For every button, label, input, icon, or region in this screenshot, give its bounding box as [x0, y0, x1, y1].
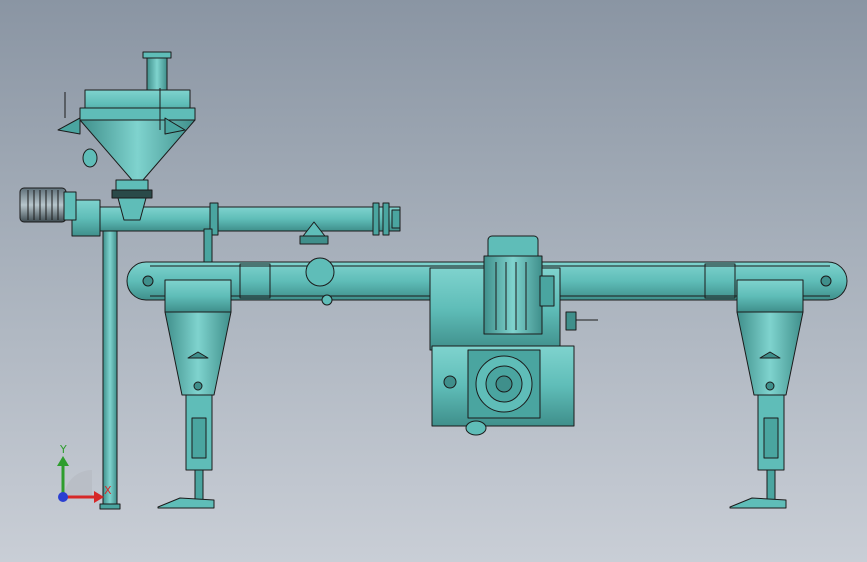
- support-post-icon[interactable]: [99, 227, 121, 510]
- axis-triad-icon: [57, 456, 104, 503]
- leg-stand-icon[interactable]: [164, 279, 232, 471]
- cad-viewport[interactable]: Y X: [0, 0, 867, 562]
- x-axis-label: X: [104, 484, 112, 497]
- y-axis-label: Y: [59, 443, 67, 456]
- leveling-foot-icon[interactable]: [157, 469, 215, 509]
- hopper-icon[interactable]: [57, 51, 196, 221]
- motor-icon[interactable]: [19, 187, 77, 223]
- gearbox-icon[interactable]: [431, 345, 575, 436]
- leveling-foot-icon[interactable]: [729, 469, 787, 509]
- leg-stand-icon[interactable]: [736, 279, 804, 471]
